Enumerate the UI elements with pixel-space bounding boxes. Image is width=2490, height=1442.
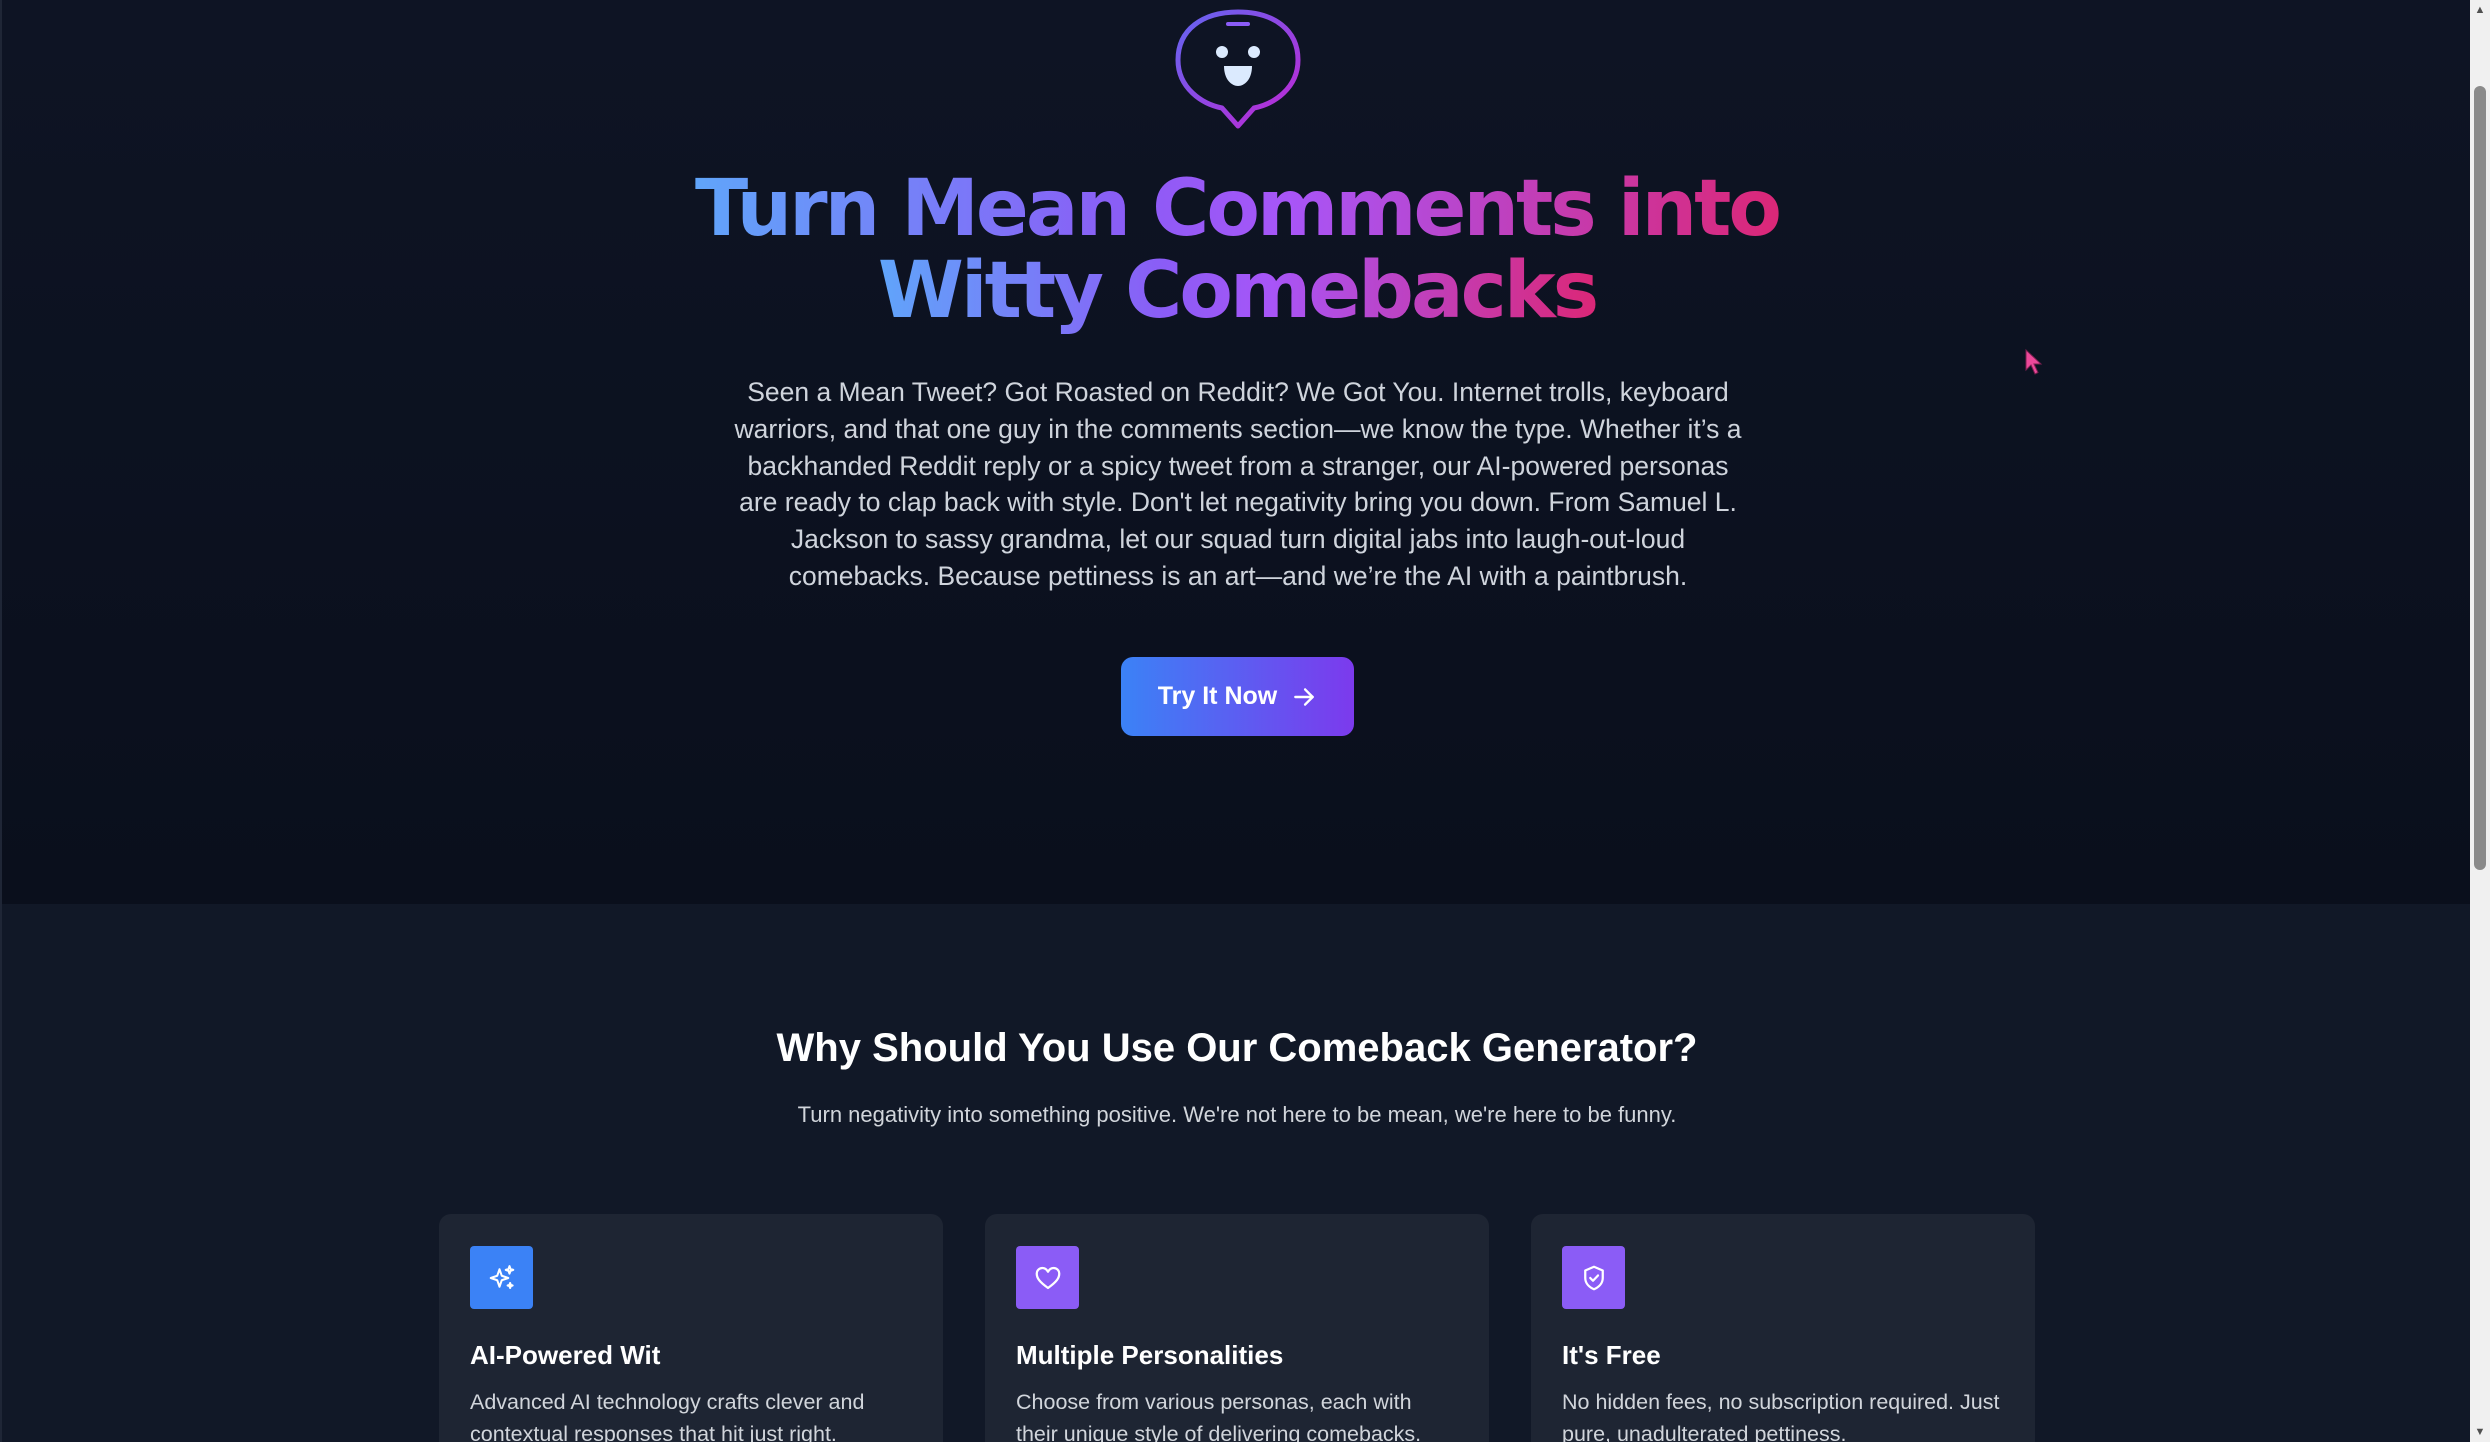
feature-card-description: Advanced AI technology crafts clever and… — [470, 1390, 865, 1442]
feature-card-its-free: It's Free No hidden fees, no subscriptio… — [1531, 1214, 2035, 1442]
sparkles-icon — [470, 1246, 533, 1309]
vertical-scrollbar[interactable]: ▲ ▼ — [2470, 0, 2490, 1442]
hero-section: Turn Mean Comments into Witty Comebacks … — [2, 0, 2470, 904]
features-section: Why Should You Use Our Comeback Generato… — [2, 904, 2470, 1442]
try-it-now-label: Try It Now — [1157, 682, 1278, 710]
feature-card-title: It's Free — [1562, 1340, 1661, 1370]
scroll-down-arrow-icon[interactable]: ▼ — [2470, 1422, 2490, 1442]
try-it-now-button[interactable]: Try It Now — [1121, 657, 1354, 736]
scrollbar-thumb[interactable] — [2474, 86, 2486, 870]
feature-card-description: No hidden fees, no subscription required… — [1562, 1390, 2000, 1442]
feature-card-title: Multiple Personalities — [1016, 1340, 1284, 1370]
heart-icon — [1016, 1246, 1079, 1309]
shield-check-icon — [1562, 1246, 1625, 1309]
mouse-cursor-icon — [2025, 348, 2043, 375]
feature-card-multiple-personalities: Multiple Personalities Choose from vario… — [985, 1214, 1489, 1442]
features-subtitle: Turn negativity into something positive.… — [797, 1102, 1677, 1127]
scroll-up-arrow-icon[interactable]: ▲ — [2470, 0, 2490, 20]
feature-card-ai-powered-wit: AI-Powered Wit Advanced AI technology cr… — [439, 1214, 943, 1442]
headline-line-1: Turn Mean Comments into — [695, 164, 1782, 254]
features-title: Why Should You Use Our Comeback Generato… — [776, 1026, 1698, 1070]
chat-bubble-smiley-icon — [1175, 9, 1301, 129]
headline-line-2: Witty Comebacks — [877, 246, 1599, 336]
arrow-right-icon — [1294, 687, 1315, 706]
feature-card-description: Choose from various personas, each with … — [1016, 1390, 1422, 1442]
page: Turn Mean Comments into Witty Comebacks … — [0, 0, 2470, 1442]
hero-intro-text: Seen a Mean Tweet? Got Roasted on Reddit… — [734, 377, 1742, 591]
hero-headline: Turn Mean Comments into Witty Comebacks — [2, 168, 2470, 332]
feature-card-title: AI-Powered Wit — [470, 1340, 661, 1370]
